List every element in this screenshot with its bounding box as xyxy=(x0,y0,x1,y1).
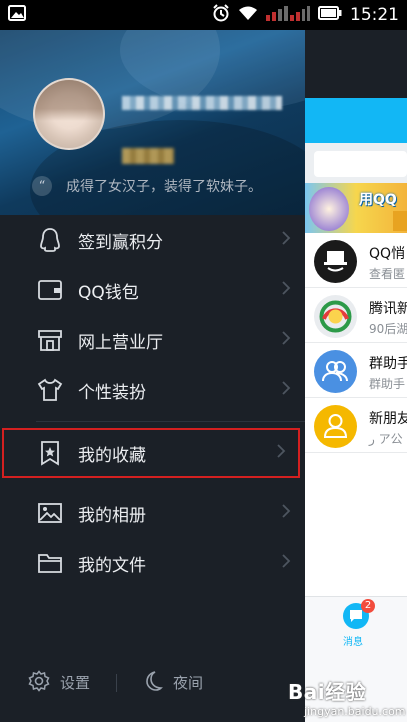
status-time: 15:21 xyxy=(350,5,399,25)
baidu-watermark: Bai经验 jingyan.baidu.com xyxy=(288,676,406,720)
menu-item-label: 个性装扮 xyxy=(78,382,146,403)
search-bar[interactable] xyxy=(305,143,407,183)
conversation-name: 新朋友 xyxy=(369,411,407,427)
chevron-right-icon xyxy=(281,280,291,300)
menu-divider xyxy=(36,421,305,422)
photo-icon xyxy=(36,499,64,527)
moon-icon xyxy=(143,670,163,696)
nickname-blurred xyxy=(122,96,282,110)
avatar[interactable] xyxy=(33,78,105,150)
footer-divider xyxy=(116,673,118,692)
watermark-brand: Bai经验 xyxy=(288,680,367,704)
penguin-icon xyxy=(36,226,64,254)
conversation-name: 腾讯新 xyxy=(369,301,407,317)
menu-item-checkin[interactable]: 签到赢积分 xyxy=(0,215,305,265)
settings-label: 设置 xyxy=(60,674,91,692)
chevron-right-icon xyxy=(281,553,291,573)
menu-item-label: 我的文件 xyxy=(78,555,146,576)
menu-item-label: 签到赢积分 xyxy=(78,232,163,253)
wifi-icon xyxy=(238,5,258,26)
menu-item-label: 网上营业厅 xyxy=(78,332,163,353)
promo-banner[interactable]: 用QQ xyxy=(305,183,407,233)
conversation-row[interactable]: 新朋友 ر ア公 xyxy=(305,398,407,453)
conversation-row[interactable]: 腾讯新 90后湖 xyxy=(305,288,407,343)
chevron-right-icon xyxy=(281,503,291,523)
gear-icon xyxy=(28,669,50,696)
unread-badge: 2 xyxy=(361,599,375,613)
conversation-preview: 90后湖 xyxy=(369,322,407,336)
signature-text: 成得了女汉子，装得了软妹子。 xyxy=(66,179,262,195)
side-drawer: “ 成得了女汉子，装得了软妹子。 签到赢积分 QQ钱包 网上营业厅 个性装扮 我… xyxy=(0,30,305,722)
menu-item-album[interactable]: 我的相册 xyxy=(0,488,305,538)
folder-icon xyxy=(36,549,64,577)
chevron-right-icon xyxy=(276,443,286,463)
wallet-icon xyxy=(36,276,64,304)
level-blurred xyxy=(122,148,174,164)
image-icon xyxy=(8,5,26,25)
quote-icon: “ xyxy=(32,176,52,196)
settings-button[interactable]: 设置 xyxy=(28,669,91,696)
menu-item-files[interactable]: 我的文件 xyxy=(0,538,305,588)
signature[interactable]: “ 成得了女汉子，装得了软妹子。 xyxy=(32,176,262,196)
conversation-preview: ر ア公 xyxy=(369,432,403,446)
conversation-name: 群助手 xyxy=(369,356,407,372)
status-bar: 15:21 xyxy=(0,0,407,30)
alarm-icon xyxy=(212,3,230,27)
menu-item-hall[interactable]: 网上营业厅 xyxy=(0,315,305,365)
main-screen-peek[interactable]: 用QQ QQ悄 查看匿 腾讯新 90后湖 群助手 群助手 新朋友 ر ア公 2 xyxy=(305,98,407,653)
conversation-row[interactable]: QQ悄 查看匿 xyxy=(305,233,407,288)
battery-icon xyxy=(318,5,342,25)
main-topbar xyxy=(305,98,407,143)
avatar xyxy=(314,350,357,393)
night-label: 夜间 xyxy=(173,674,204,692)
avatar xyxy=(314,240,357,283)
menu-item-label: QQ钱包 xyxy=(78,282,139,303)
menu-item-wallet[interactable]: QQ钱包 xyxy=(0,265,305,315)
conversation-preview: 群助手 xyxy=(369,377,406,391)
drawer-menu: 签到赢积分 QQ钱包 网上营业厅 个性装扮 我的收藏 我的相册 我的文件 xyxy=(0,215,305,588)
banner-title: 用QQ xyxy=(359,192,397,208)
menu-item-label: 我的相册 xyxy=(78,505,146,526)
conversation-preview: 查看匿 xyxy=(369,267,406,281)
menu-item-favorites[interactable]: 我的收藏 xyxy=(2,428,300,478)
chevron-right-icon xyxy=(281,380,291,400)
signal-icon xyxy=(266,5,310,26)
profile-header: “ 成得了女汉子，装得了软妹子。 xyxy=(0,30,305,215)
menu-item-dress[interactable]: 个性装扮 xyxy=(0,365,305,415)
chevron-right-icon xyxy=(281,330,291,350)
chevron-right-icon xyxy=(281,230,291,250)
avatar xyxy=(314,295,357,338)
shirt-icon xyxy=(36,376,64,404)
avatar xyxy=(314,405,357,448)
conversation-name: QQ悄 xyxy=(369,246,406,262)
drawer-footer: 设置 夜间 xyxy=(0,660,305,705)
night-mode-button[interactable]: 夜间 xyxy=(143,670,203,696)
store-icon xyxy=(36,326,64,354)
conversation-row[interactable]: 群助手 群助手 xyxy=(305,343,407,398)
tab-messages[interactable]: 消息 xyxy=(343,633,363,648)
bottom-tabbar: 2 消息 xyxy=(305,596,407,653)
watermark-url: jingyan.baidu.com xyxy=(304,705,406,718)
bookmark-star-icon xyxy=(36,439,64,467)
menu-item-label: 我的收藏 xyxy=(78,445,146,466)
